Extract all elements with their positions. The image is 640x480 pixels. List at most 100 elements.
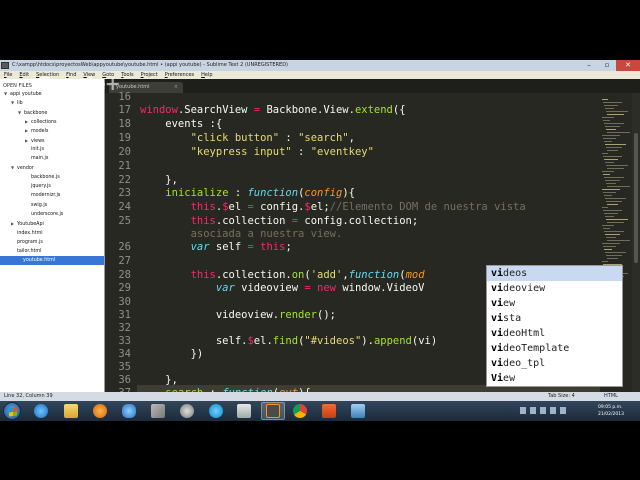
tray-icon[interactable]: [540, 407, 546, 414]
volume-icon[interactable]: [560, 407, 566, 414]
app-icon[interactable]: [180, 404, 194, 418]
autocomplete-item[interactable]: videoTemplate: [487, 341, 622, 356]
autocomplete-item[interactable]: videoHtml: [487, 326, 622, 341]
syntax-indicator[interactable]: HTML: [604, 392, 618, 401]
folder-icon[interactable]: [64, 404, 78, 418]
code-line: this.collection.on('add',function(mod: [190, 269, 425, 281]
tree-item[interactable]: ▶ YoutubeApi: [11, 219, 44, 228]
minimap-line: [602, 135, 620, 136]
code-line: self.$el.find("#videos").append(vi): [140, 335, 438, 347]
line-number: 22: [118, 174, 131, 186]
minimap-line: [607, 114, 624, 115]
code-line: this.collection = config.collection;: [190, 215, 419, 227]
tree-item-label: vendor: [17, 166, 34, 172]
tree-item-label: jquery.js: [31, 184, 51, 189]
tree-item[interactable]: index.html: [11, 229, 43, 238]
ie-icon[interactable]: [34, 404, 48, 418]
menu-tools[interactable]: Tools: [121, 71, 133, 79]
vertical-scrollbar[interactable]: [632, 93, 640, 392]
tree-item[interactable]: ▼ lib: [11, 98, 23, 107]
menu-project[interactable]: Project: [141, 71, 158, 79]
line-number: 30: [118, 296, 131, 308]
chrome-icon[interactable]: [293, 404, 307, 418]
line-number: 20: [118, 146, 131, 158]
tree-item[interactable]: ▶ views: [25, 136, 45, 145]
minimap-line: [602, 153, 608, 154]
tree-item[interactable]: program.js: [11, 238, 43, 247]
tree-item[interactable]: ▼ vendor: [11, 163, 34, 172]
remote-desktop-icon[interactable]: [351, 404, 365, 418]
tree-item[interactable]: init.js: [25, 145, 44, 154]
tree-item[interactable]: youtube.html: [0, 256, 104, 266]
tree-item[interactable]: jquery.js: [25, 182, 51, 191]
media-player-icon[interactable]: [93, 404, 107, 418]
tree-item[interactable]: ▶ models: [25, 126, 48, 135]
tree-item[interactable]: underscore.js: [25, 210, 63, 219]
close-button[interactable]: ✕: [616, 60, 640, 71]
minimap-line: [606, 237, 616, 238]
minimap-line: [605, 180, 620, 181]
minimap-line: [602, 117, 614, 118]
tree-item-label: views: [31, 138, 45, 144]
minimap-line: [602, 99, 608, 100]
tree-item[interactable]: backbone.js: [25, 173, 60, 182]
autocomplete-item[interactable]: View: [487, 371, 622, 386]
minimap-line: [603, 102, 622, 103]
network-icon[interactable]: [550, 407, 556, 414]
scrollbar-thumb[interactable]: [634, 133, 638, 263]
minimap-line: [607, 132, 630, 133]
tree-item-label: lib: [17, 101, 23, 107]
line-number: 34: [118, 348, 131, 360]
autocomplete-item[interactable]: view: [487, 296, 622, 311]
minimap-line: [605, 252, 626, 253]
start-button[interactable]: [3, 402, 21, 420]
tray-icon[interactable]: [520, 407, 526, 414]
minimap-line: [602, 207, 608, 208]
minimap-line: [607, 222, 624, 223]
menu-help[interactable]: Help: [201, 71, 212, 79]
code-line: var videoview = new window.VideoV: [215, 282, 425, 294]
tree-item-label: YoutubeApi: [17, 222, 44, 228]
tree-item[interactable]: ▶ collections: [25, 117, 57, 126]
menu-file[interactable]: File: [4, 71, 12, 79]
autocomplete-item[interactable]: videos: [487, 266, 622, 281]
menu-edit[interactable]: Edit: [19, 71, 29, 79]
minimap-line: [602, 171, 614, 172]
minimap-line: [605, 198, 626, 199]
tree-item[interactable]: modernizr.js: [25, 191, 60, 200]
minimap-line: [606, 201, 622, 202]
tab-size-indicator[interactable]: Tab Size: 4: [548, 392, 575, 401]
tab-label: youtube.html: [116, 84, 150, 90]
sublime-text-icon: [266, 404, 280, 418]
notes-icon[interactable]: [237, 404, 251, 418]
maximize-button[interactable]: ▫: [598, 60, 616, 71]
skype-icon[interactable]: [209, 404, 223, 418]
minimize-button[interactable]: –: [580, 60, 598, 71]
system-tray-icons[interactable]: [520, 407, 580, 415]
tree-item[interactable]: ▼ backbone: [18, 108, 47, 117]
menu-preferences[interactable]: Preferences: [165, 71, 194, 79]
screen: C:\xampp\htdocs\proyectosWeb\appyoutube\…: [0, 60, 640, 421]
minimap-line: [604, 213, 618, 214]
tree-item[interactable]: main.js: [25, 154, 48, 163]
minimap-line: [604, 159, 618, 160]
autocomplete-item[interactable]: videoview: [487, 281, 622, 296]
clock-date: 21/02/2013: [598, 412, 624, 417]
tray-icon[interactable]: [530, 407, 536, 414]
google-plus-watermark: Google+: [36, 73, 121, 95]
autocomplete-item[interactable]: vista: [487, 311, 622, 326]
tree-item[interactable]: tailor.html: [11, 247, 41, 256]
tab-close-icon[interactable]: ×: [174, 82, 178, 93]
minimap-line: [603, 192, 616, 193]
autocomplete-item[interactable]: video_tpl: [487, 356, 622, 371]
minimap-line: [603, 246, 616, 247]
minimap-line: [602, 261, 608, 262]
minimap-line: [605, 108, 614, 109]
minimap-line: [606, 147, 622, 148]
tools-icon[interactable]: [151, 404, 165, 418]
messenger-icon[interactable]: [122, 404, 136, 418]
code-line: window.SearchView = Backbone.View.extend…: [140, 104, 406, 116]
sublime-app-icon: [1, 62, 9, 69]
tree-item[interactable]: swig.js: [25, 201, 47, 210]
powerpoint-icon[interactable]: [322, 404, 336, 418]
